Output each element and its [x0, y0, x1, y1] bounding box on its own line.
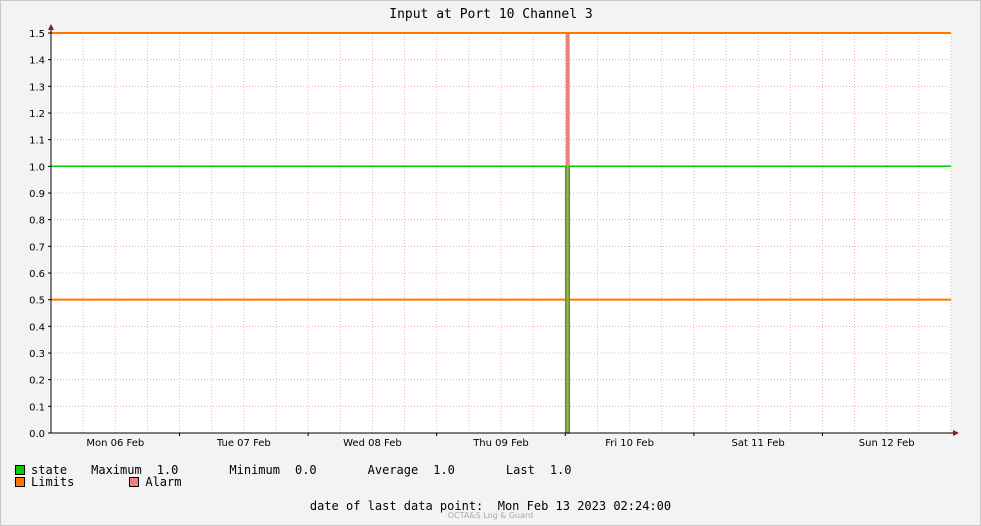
state-swatch	[15, 465, 25, 475]
y-tick-label: 1.2	[29, 109, 45, 120]
y-tick-label: 0.4	[29, 322, 45, 333]
stat-last-label: Last	[505, 463, 535, 477]
x-tick-label: Sun 12 Feb	[859, 438, 915, 449]
y-tick-label: 0.3	[29, 349, 45, 360]
x-tick-label: Sat 11 Feb	[732, 438, 785, 449]
y-tick-label: 1.4	[29, 56, 45, 67]
stat-average-value: 1.0	[433, 463, 455, 477]
x-tick-label: Mon 06 Feb	[86, 438, 144, 449]
chart-title: Input at Port 10 Channel 3	[389, 7, 593, 22]
y-tick-label: 1.1	[29, 136, 45, 147]
x-tick-label: Fri 10 Feb	[605, 438, 654, 449]
x-tick-label: Tue 07 Feb	[216, 438, 271, 449]
legend-alarm-label: Alarm	[145, 475, 182, 489]
legend-limits-label: Limits	[31, 475, 75, 489]
stat-last-value: 1.0	[549, 463, 572, 477]
x-tick-label: Wed 08 Feb	[343, 438, 402, 449]
y-tick-label: 1.3	[29, 82, 45, 93]
alarm-swatch	[129, 477, 140, 487]
legend-row-limits: Limits Alarm	[15, 475, 181, 489]
legend-alarm: Alarm	[129, 475, 181, 489]
y-tick-label: 0.0	[29, 429, 45, 440]
y-tick-label: 0.5	[29, 296, 45, 307]
y-tick-label: 1.5	[29, 29, 45, 40]
y-tick-label: 0.6	[29, 269, 45, 280]
x-axis-arrow	[953, 430, 959, 436]
stat-minimum-value: 0.0	[294, 463, 317, 477]
y-tick-label: 0.7	[29, 242, 45, 253]
watermark: OCTA&S Log & Guard	[447, 511, 534, 520]
legend-limits: Limits	[15, 475, 74, 489]
limits-swatch	[15, 477, 25, 487]
y-tick-label: 0.8	[29, 216, 45, 227]
y-tick-label: 0.9	[29, 189, 45, 200]
y-tick-label: 0.2	[29, 376, 45, 387]
y-tick-label: 0.1	[29, 402, 45, 413]
stat-average-label: Average	[367, 463, 419, 477]
chart: 0.0 0.1 0.2 0.3 0.4 0.5 0.6 0.7 0.8 0.9 1.0 1.1 1.2 1…	[29, 7, 959, 449]
y-tick-label: 1.0	[29, 162, 45, 173]
y-axis-arrow	[48, 24, 54, 30]
x-tick-label: Thu 09 Feb	[472, 438, 529, 449]
stat-minimum-label: Minimum	[229, 463, 280, 477]
